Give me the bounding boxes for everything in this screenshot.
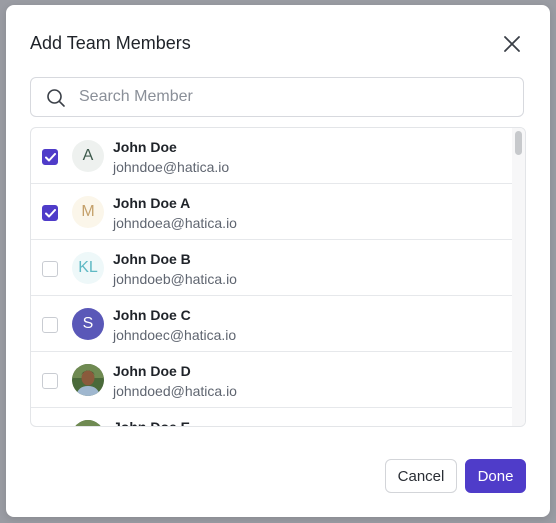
- close-button[interactable]: [500, 32, 524, 56]
- scrollbar-thumb[interactable]: [515, 131, 522, 155]
- member-email: johndoed@hatica.io: [113, 383, 237, 399]
- member-email: johndoeb@hatica.io: [113, 271, 237, 287]
- member-name: John Doe B: [113, 251, 191, 267]
- member-name: John Doe: [113, 139, 177, 155]
- search-input[interactable]: [79, 78, 509, 116]
- member-email: johndoe@hatica.io: [113, 159, 230, 175]
- avatar: S: [72, 308, 104, 340]
- avatar: [72, 364, 104, 396]
- member-email: johndoec@hatica.io: [113, 327, 237, 343]
- member-checkbox[interactable]: [42, 373, 58, 389]
- done-button[interactable]: Done: [465, 459, 526, 493]
- check-icon: [44, 208, 56, 217]
- avatar-initials: KL: [78, 259, 98, 276]
- member-name: John Doe C: [113, 307, 191, 323]
- avatar: KL: [72, 252, 104, 284]
- add-team-members-dialog: Add Team Members A John Doe johndoe@hatica…: [6, 5, 550, 517]
- member-checkbox[interactable]: [42, 205, 58, 221]
- scrollbar[interactable]: [512, 128, 525, 426]
- member-checkbox[interactable]: [42, 261, 58, 277]
- avatar-photo: [72, 364, 104, 396]
- member-row[interactable]: John Doe E: [31, 408, 512, 427]
- member-row[interactable]: S John Doe C johndoec@hatica.io: [31, 296, 512, 352]
- member-name: John Doe D: [113, 363, 191, 379]
- avatar-initials: A: [82, 147, 94, 164]
- member-name: John Doe E: [113, 419, 191, 427]
- check-icon: [44, 152, 56, 161]
- member-row[interactable]: KL John Doe B johndoeb@hatica.io: [31, 240, 512, 296]
- member-email: johndoea@hatica.io: [113, 215, 237, 231]
- member-rows: A John Doe johndoe@hatica.io M John Doe A joh…: [31, 128, 512, 427]
- member-list: A John Doe johndoe@hatica.io M John Doe A joh…: [30, 127, 526, 427]
- avatar: [72, 420, 104, 426]
- avatar: M: [72, 196, 104, 228]
- member-row[interactable]: A John Doe johndoe@hatica.io: [31, 128, 512, 184]
- cancel-button[interactable]: Cancel: [385, 459, 457, 493]
- member-row[interactable]: John Doe D johndoed@hatica.io: [31, 352, 512, 408]
- dialog-title: Add Team Members: [30, 33, 191, 53]
- avatar: A: [72, 140, 104, 172]
- search-box: [30, 77, 524, 117]
- member-name: John Doe A: [113, 195, 191, 211]
- member-row[interactable]: M John Doe A johndoea@hatica.io: [31, 184, 512, 240]
- avatar-initials: S: [82, 315, 94, 332]
- search-icon: [47, 89, 65, 107]
- member-checkbox[interactable]: [42, 149, 58, 165]
- member-checkbox[interactable]: [42, 317, 58, 333]
- close-icon: [504, 36, 520, 52]
- avatar-photo: [72, 420, 104, 426]
- avatar-initials: M: [81, 203, 95, 220]
